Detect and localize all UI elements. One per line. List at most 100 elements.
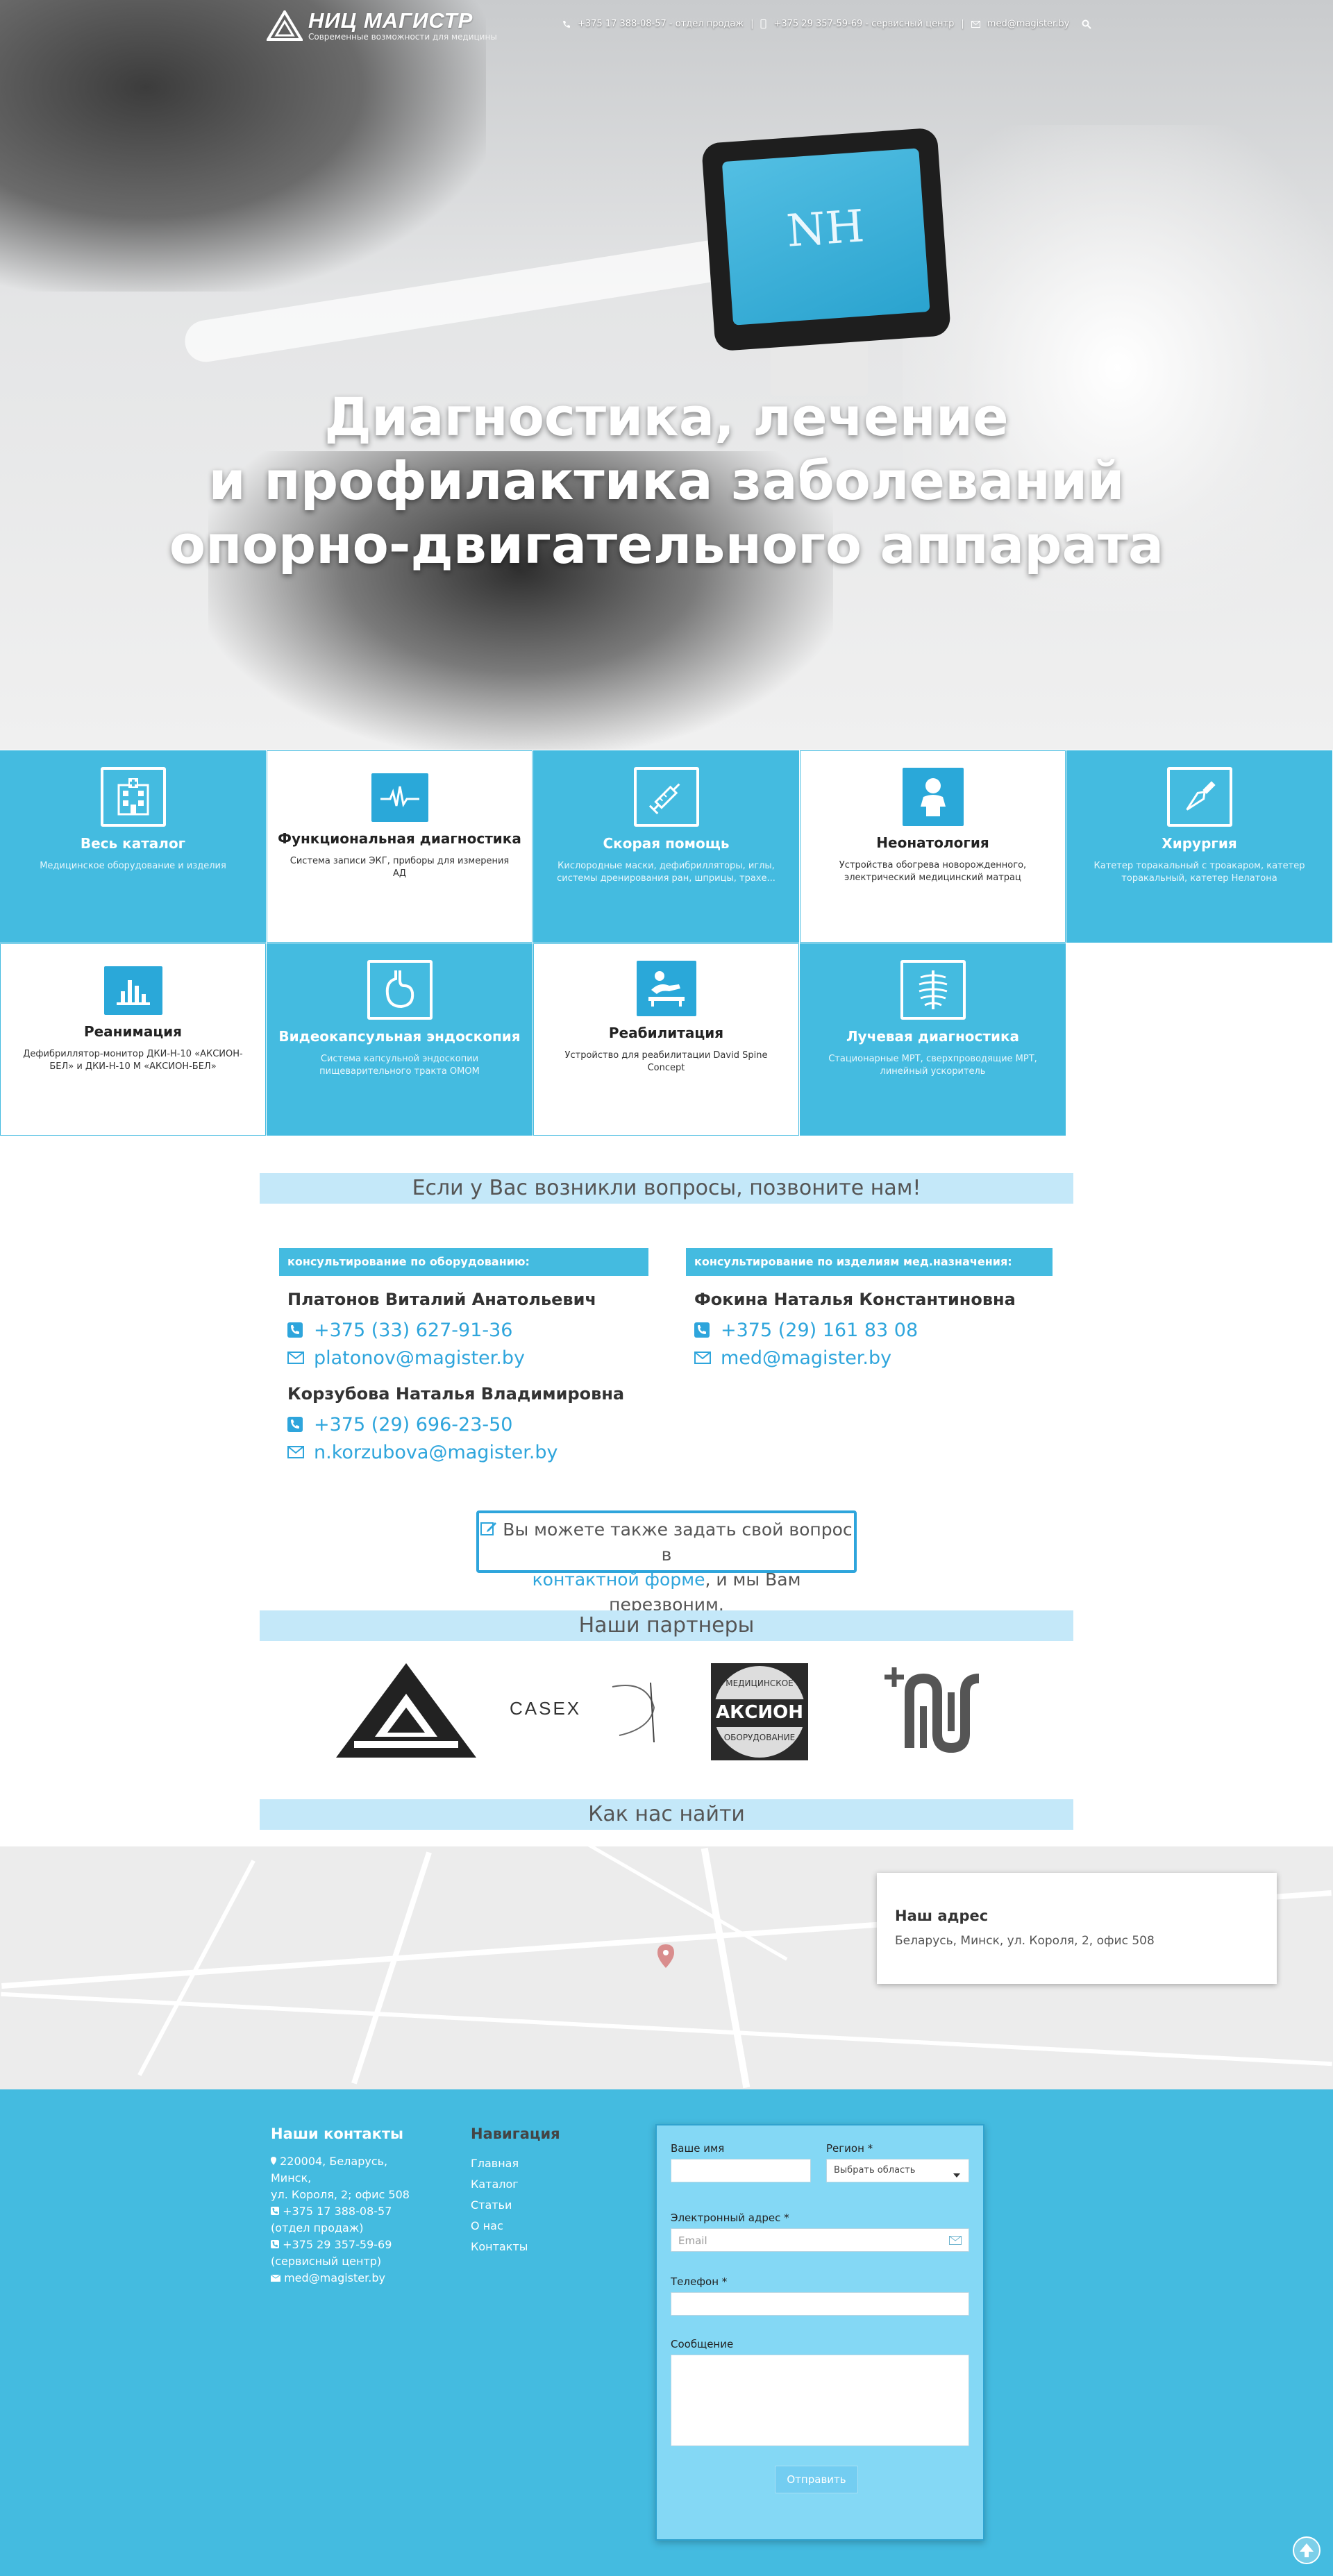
contact-name: Корзубова Наталья Владимировна bbox=[287, 1384, 625, 1404]
category-title: Весь каталог bbox=[80, 835, 186, 852]
footer-navigation: Навигация Главная Каталог Статьи О нас К… bbox=[471, 2125, 610, 2257]
mail-icon bbox=[270, 2271, 281, 2284]
header-phone-sales[interactable]: +375 17 388-08-57 - отдел продаж bbox=[578, 19, 744, 29]
phone-icon bbox=[287, 1322, 314, 1338]
category-desc: Устройство для реабилитации David Spine … bbox=[564, 1050, 768, 1073]
logo-triangle-icon bbox=[265, 9, 304, 41]
category-desc: Система записи ЭКГ, приборы для измерени… bbox=[290, 856, 510, 879]
scroll-to-top-button[interactable] bbox=[1293, 2536, 1321, 2564]
header-email[interactable]: med@magister.by bbox=[987, 19, 1070, 29]
partner-logo-triangle[interactable] bbox=[333, 1660, 479, 1760]
footer-nav-title: Навигация bbox=[471, 2125, 560, 2142]
category-tile-endoscopy[interactable]: Видеокапсульная эндоскопия Система капсу… bbox=[267, 943, 533, 1136]
partner-logo-akcion[interactable]: МЕДИЦИНСКОЕ АКСИОН ОБОРУДОВАНИЕ bbox=[708, 1660, 811, 1763]
section-header-find-us: Как нас найти bbox=[260, 1799, 1073, 1830]
contact-name: Платонов Виталий Анатольевич bbox=[287, 1290, 596, 1309]
partner-logo-medical[interactable] bbox=[882, 1665, 986, 1758]
contact-phone[interactable]: +375 (29) 161 83 08 bbox=[694, 1316, 1016, 1344]
contact-phone-text[interactable]: +375 (33) 627-91-36 bbox=[314, 1320, 512, 1341]
region-label: Регион * bbox=[826, 2142, 873, 2155]
category-tile-neonatology[interactable]: Неонатология Устройства обогрева новорож… bbox=[800, 750, 1066, 943]
contact-email[interactable]: med@magister.by bbox=[694, 1344, 1016, 1372]
contact-email-text[interactable]: n.korzubova@magister.by bbox=[314, 1442, 558, 1463]
address-text: Беларусь, Минск, ул. Короля, 2, офис 508 bbox=[895, 1934, 1155, 1948]
footer-nav-catalog[interactable]: Каталог bbox=[471, 2174, 610, 2195]
contact-phone[interactable]: +375 (29) 696-23-50 bbox=[287, 1411, 624, 1438]
phone-icon bbox=[562, 19, 571, 29]
monitor-icon bbox=[103, 966, 162, 1015]
scalpel-icon bbox=[1166, 767, 1232, 827]
category-desc: Стационарные МРТ, сверхпроводящие МРТ, л… bbox=[828, 1054, 1037, 1077]
name-input[interactable] bbox=[671, 2159, 811, 2182]
category-desc: Кислородные маски, дефибрилляторы, иглы,… bbox=[557, 861, 776, 884]
contact-phone-text[interactable]: +375 (29) 696-23-50 bbox=[314, 1414, 512, 1436]
search-icon[interactable] bbox=[1082, 19, 1092, 29]
mobile-icon bbox=[760, 19, 766, 29]
mail-icon bbox=[971, 19, 980, 29]
contact-phone-text[interactable]: +375 (29) 161 83 08 bbox=[721, 1320, 918, 1341]
partner-logo-casex[interactable]: CASEX bbox=[508, 1673, 668, 1749]
caret-down-icon bbox=[953, 2168, 960, 2180]
header-phone-service[interactable]: +375 29 357-59-69 - сервисный центр bbox=[773, 19, 954, 29]
phone-icon bbox=[271, 2238, 279, 2251]
contact-email[interactable]: platonov@magister.by bbox=[287, 1344, 596, 1372]
mail-icon bbox=[287, 1446, 314, 1458]
contact-name: Фокина Наталья Константиновна bbox=[694, 1290, 1016, 1309]
address-title: Наш адрес bbox=[895, 1908, 989, 1924]
contact-person: Корзубова Наталья Владимировна +375 (29)… bbox=[287, 1384, 624, 1466]
region-select-value: Выбрать область bbox=[834, 2165, 916, 2175]
callback-text: Вы можете также задать свой вопрос в bbox=[503, 1519, 853, 1565]
email-placeholder: Email bbox=[678, 2234, 707, 2247]
category-tile-surgery[interactable]: Хирургия Катетер торакальный с троакаром… bbox=[1066, 750, 1332, 943]
akcion-logo-name: АКСИОН bbox=[715, 1702, 804, 1723]
baby-icon bbox=[902, 768, 964, 826]
footer-phone-service[interactable]: +375 29 357-59-69 (сервисный центр) bbox=[271, 2237, 437, 2270]
footer-nav-home[interactable]: Главная bbox=[471, 2153, 610, 2174]
footer-email[interactable]: med@magister.by bbox=[270, 2270, 437, 2287]
footer-contacts: Наши контакты 220004, Беларусь, Минск, у… bbox=[270, 2125, 437, 2287]
callback-prompt: Вы можете также задать свой вопрос в кон… bbox=[476, 1510, 857, 1615]
top-bar: НИЦ МАГИСТР Современные возможности для … bbox=[0, 0, 1333, 49]
contact-form-link[interactable]: контактной форме bbox=[533, 1569, 705, 1590]
category-tile-rehabilitation[interactable]: Реабилитация Устройство для реабилитации… bbox=[533, 943, 799, 1136]
category-title: Хирургия bbox=[1162, 835, 1237, 852]
logo-tagline: Современные возможности для медицины bbox=[308, 32, 497, 42]
category-title: Видеокапсульная эндоскопия bbox=[278, 1028, 521, 1045]
category-title: Функциональная диагностика bbox=[278, 830, 521, 847]
contact-email-text[interactable]: platonov@magister.by bbox=[314, 1347, 525, 1369]
category-tile-radiology[interactable]: Лучевая диагностика Стационарные МРТ, св… bbox=[800, 943, 1066, 1136]
arrow-up-icon bbox=[1300, 2543, 1314, 2557]
category-tile-functional-diagnostics[interactable]: Функциональная диагностика Система запис… bbox=[267, 750, 533, 943]
category-desc: Медицинское оборудование и изделия bbox=[40, 861, 226, 871]
contact-email[interactable]: n.korzubova@magister.by bbox=[287, 1438, 624, 1466]
footer-nav-contacts[interactable]: Контакты bbox=[471, 2237, 610, 2257]
category-desc: Катетер торакальный с троакаром, катетер… bbox=[1093, 861, 1305, 884]
hero-title-line-3: опорно-двигательного аппарата bbox=[169, 514, 1164, 575]
map-pin-icon[interactable] bbox=[657, 1944, 675, 1971]
rehab-icon bbox=[636, 961, 696, 1016]
site-logo[interactable]: НИЦ МАГИСТР Современные возможности для … bbox=[265, 8, 497, 43]
phone-input[interactable] bbox=[671, 2292, 969, 2316]
email-input[interactable]: Email bbox=[671, 2228, 969, 2252]
category-desc: Система капсульной эндоскопии пищеварите… bbox=[319, 1054, 480, 1077]
category-tile-catalog[interactable]: Весь каталог Медицинское оборудование и … bbox=[0, 750, 266, 943]
footer-nav-about[interactable]: О нас bbox=[471, 2216, 610, 2237]
contact-email-text[interactable]: med@magister.by bbox=[721, 1347, 891, 1369]
logo-name: НИЦ МАГИСТР bbox=[308, 8, 473, 33]
message-textarea[interactable] bbox=[671, 2355, 969, 2446]
syringe-icon bbox=[633, 767, 699, 827]
footer-phone-sales[interactable]: +375 17 388-08-57 (отдел продаж) bbox=[271, 2203, 437, 2237]
screen-logo: NH bbox=[785, 201, 866, 258]
phone-icon bbox=[694, 1322, 721, 1338]
address-card: Наш адрес Беларусь, Минск, ул. Короля, 2… bbox=[877, 1873, 1277, 1984]
ecg-icon bbox=[371, 773, 428, 822]
category-title: Реабилитация bbox=[608, 1025, 724, 1041]
contact-phone[interactable]: +375 (33) 627-91-36 bbox=[287, 1316, 596, 1344]
region-select[interactable]: Выбрать область bbox=[826, 2159, 969, 2182]
category-tile-reanimation[interactable]: Реанимация Дефибриллятор-монитор ДКИ-Н-1… bbox=[0, 943, 266, 1136]
category-tile-emergency[interactable]: Скорая помощь Кислородные маски, дефибри… bbox=[533, 750, 799, 943]
footer-nav-articles[interactable]: Статьи bbox=[471, 2195, 610, 2216]
akcion-logo-bottom: ОБОРУДОВАНИЕ bbox=[723, 1733, 796, 1742]
consult-products-header: консультирование по изделиям мед.назначе… bbox=[686, 1248, 1053, 1276]
submit-button[interactable]: Отправить bbox=[775, 2466, 858, 2493]
